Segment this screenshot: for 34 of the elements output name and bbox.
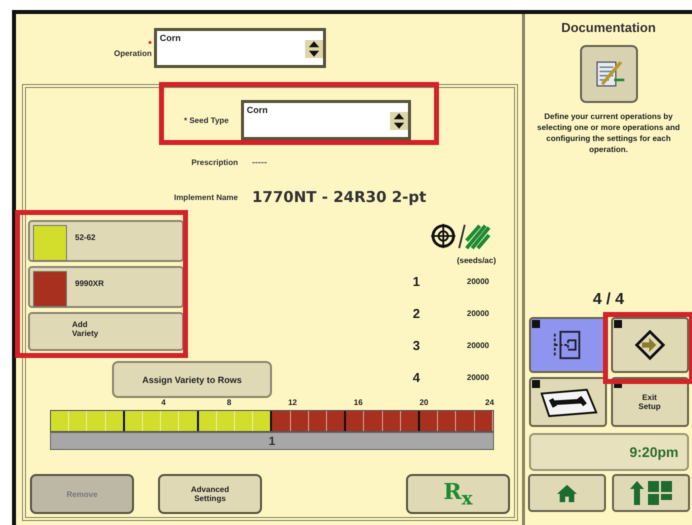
section-bar: 1 xyxy=(50,432,494,450)
seed-rate-value: 20000 xyxy=(466,276,490,286)
row-tick-label: 12 xyxy=(287,398,298,409)
implement-name-label: Implement Name xyxy=(172,192,238,202)
seed-type-dropdown[interactable]: Corn xyxy=(240,100,411,140)
section-number: 2 xyxy=(412,306,420,320)
seed-rate-value: 20000 xyxy=(466,372,490,382)
page-indicator: 4 / 4 xyxy=(592,291,624,309)
seed-rate-value: 20000 xyxy=(466,308,490,318)
seed-type-label: * Seed Type xyxy=(184,116,229,124)
panel-title: Documentation xyxy=(561,20,656,35)
prescription-value: ----- xyxy=(252,157,267,167)
clock-display: 9:20pm xyxy=(528,433,688,471)
row-tick-label: 4 xyxy=(160,398,166,409)
section-number: 4 xyxy=(412,370,420,384)
operation-label: Operation xyxy=(114,48,152,58)
row-tick-label: 20 xyxy=(418,398,428,409)
variety-button[interactable]: 9990XR xyxy=(28,266,184,308)
seed-rate-value: 20000 xyxy=(466,340,490,350)
row-tick-label: 8 xyxy=(226,398,232,409)
units-label: (seeds/ac) xyxy=(456,256,496,265)
row-tick-label: 24 xyxy=(484,398,494,409)
variety-button[interactable]: 52-62 xyxy=(28,220,184,262)
add-variety-button[interactable]: Add Variety xyxy=(28,312,184,352)
operation-dropdown[interactable]: Corn xyxy=(154,28,326,68)
assign-variety-button[interactable]: Assign Variety to Rows xyxy=(112,361,272,398)
implement-name-value: 1770NT - 24R30 2-pt xyxy=(252,188,426,206)
advanced-settings-button[interactable]: Advanced Settings xyxy=(158,474,262,514)
row-tick-label: 16 xyxy=(352,398,363,409)
section-number: 1 xyxy=(412,274,420,288)
section-number: 3 xyxy=(412,338,420,352)
required-mark: * xyxy=(148,38,152,48)
description-text: Define your current operations by selecting one or more operations and configuring the settings for each operation. xyxy=(536,111,681,155)
prescription-label: Prescription xyxy=(190,158,238,166)
